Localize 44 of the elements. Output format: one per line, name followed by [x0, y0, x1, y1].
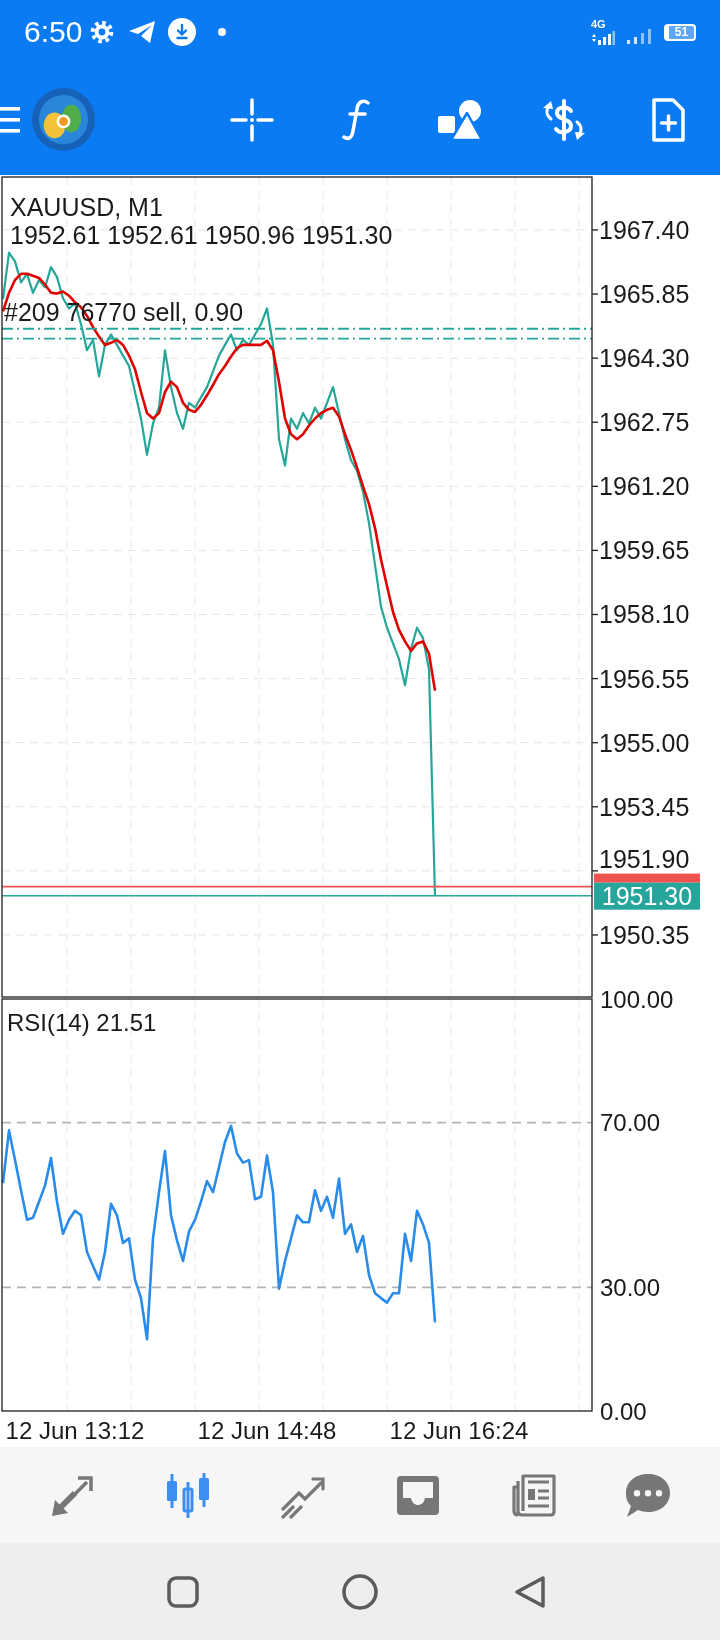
recent-apps-icon[interactable] — [167, 1575, 199, 1608]
price-tag: 1951.30 — [594, 881, 700, 910]
ohlc-values: 1952.61 1952.61 1950.96 1951.30 — [10, 221, 393, 249]
function-icon[interactable] — [341, 97, 371, 142]
price-axis-label: 1962.75 — [599, 408, 690, 437]
download-icon — [168, 18, 197, 46]
rsi-axis-label: 0.00 — [600, 1397, 647, 1425]
signal-icon — [627, 28, 654, 44]
rsi-axis-label: 70.00 — [600, 1109, 661, 1137]
network-type-label: 4G — [591, 19, 606, 30]
symbol-title: XAUUSD, M1 — [10, 193, 163, 221]
rsi-axis-label: 100.00 — [600, 985, 674, 1013]
chat-bubble-icon[interactable] — [624, 1471, 672, 1519]
battery-indicator: 51 — [664, 23, 696, 41]
app-logo-icon — [32, 88, 95, 151]
indicator-title: RSI(14) 21.51 — [7, 1009, 157, 1036]
price-axis-label: 1956.55 — [599, 664, 690, 693]
time-axis-label: 12 Jun 13:12 — [5, 1417, 145, 1444]
price-axis-label: 1953.45 — [599, 792, 690, 821]
time-axis-label: 12 Jun 14:48 — [197, 1417, 337, 1444]
candlestick-icon[interactable] — [164, 1471, 212, 1519]
notification-dot-icon — [218, 28, 227, 36]
home-icon[interactable] — [342, 1573, 378, 1610]
price-axis-label: 1964.30 — [599, 344, 690, 373]
price-axis-label: 1951.90 — [599, 844, 690, 873]
gear-icon — [90, 20, 115, 44]
price-axis-label: 1961.20 — [599, 472, 690, 501]
status-time: 6:50 — [24, 17, 83, 47]
rsi-axis-label: 30.00 — [600, 1273, 661, 1301]
price-axis-label: 1967.40 — [599, 215, 690, 244]
price-axis-label: 1959.65 — [599, 536, 690, 565]
back-icon[interactable] — [512, 1573, 548, 1610]
menu-icon[interactable] — [0, 105, 20, 134]
price-axis-label: 1965.85 — [599, 280, 690, 308]
time-axis-label: 12 Jun 16:24 — [389, 1417, 529, 1444]
crosshair-icon[interactable] — [230, 97, 274, 142]
price-axis-label: 1950.35 — [599, 920, 690, 949]
price-axis-label: 1958.10 — [599, 600, 690, 629]
signal-icon — [591, 31, 615, 45]
new-document-icon[interactable] — [650, 96, 686, 143]
paper-plane-icon — [128, 20, 157, 44]
price-axis-label: 1955.00 — [599, 728, 690, 757]
shapes-icon[interactable] — [437, 98, 483, 141]
newspaper-icon[interactable] — [509, 1471, 557, 1519]
